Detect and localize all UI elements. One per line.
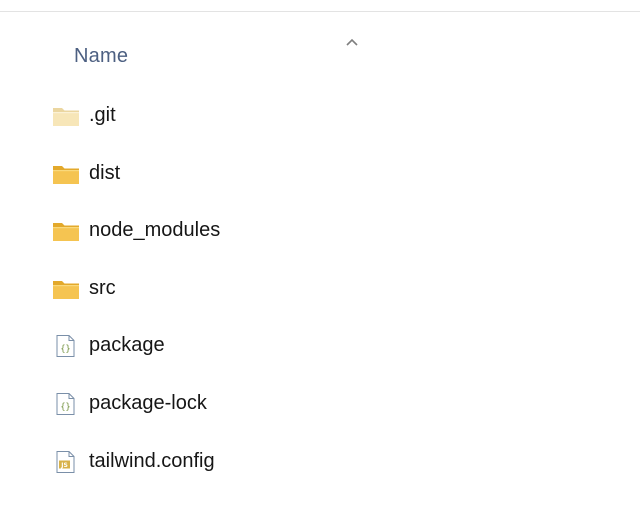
file-name-label: dist — [89, 161, 121, 184]
file-name-label: .git — [89, 104, 116, 126]
svg-text:{}: {} — [60, 345, 70, 355]
window-top-edge — [0, 0, 640, 12]
svg-text:{}: {} — [60, 402, 70, 412]
folder-icon — [52, 219, 80, 243]
file-list-item[interactable]: node_modules — [0, 202, 640, 260]
file-name-label: package — [89, 334, 165, 357]
file-name-label: node_modules — [89, 219, 221, 242]
file-list: .git dist node_modules src {} package {}… — [0, 87, 640, 490]
file-name-label: src — [89, 276, 116, 299]
json-file-icon: {} — [52, 334, 80, 358]
svg-text:JS: JS — [60, 462, 68, 469]
js-file-icon: JS — [52, 450, 80, 474]
file-name-label: package-lock — [89, 391, 207, 414]
folder-icon — [52, 104, 80, 128]
name-column-header[interactable]: Name — [74, 45, 128, 68]
file-list-item[interactable]: {} package-lock — [0, 375, 640, 433]
file-list-item[interactable]: dist — [0, 145, 640, 203]
folder-icon — [52, 277, 80, 301]
column-header-bar[interactable]: Name — [0, 12, 640, 76]
file-name-label: tailwind.config — [89, 449, 215, 472]
folder-icon — [52, 162, 80, 186]
sort-ascending-icon[interactable] — [344, 36, 360, 48]
file-list-item[interactable]: JS tailwind.config — [0, 433, 640, 491]
json-file-icon: {} — [52, 392, 80, 416]
file-list-item[interactable]: {} package — [0, 317, 640, 375]
file-list-item[interactable]: src — [0, 260, 640, 318]
file-list-item[interactable]: .git — [0, 87, 640, 145]
